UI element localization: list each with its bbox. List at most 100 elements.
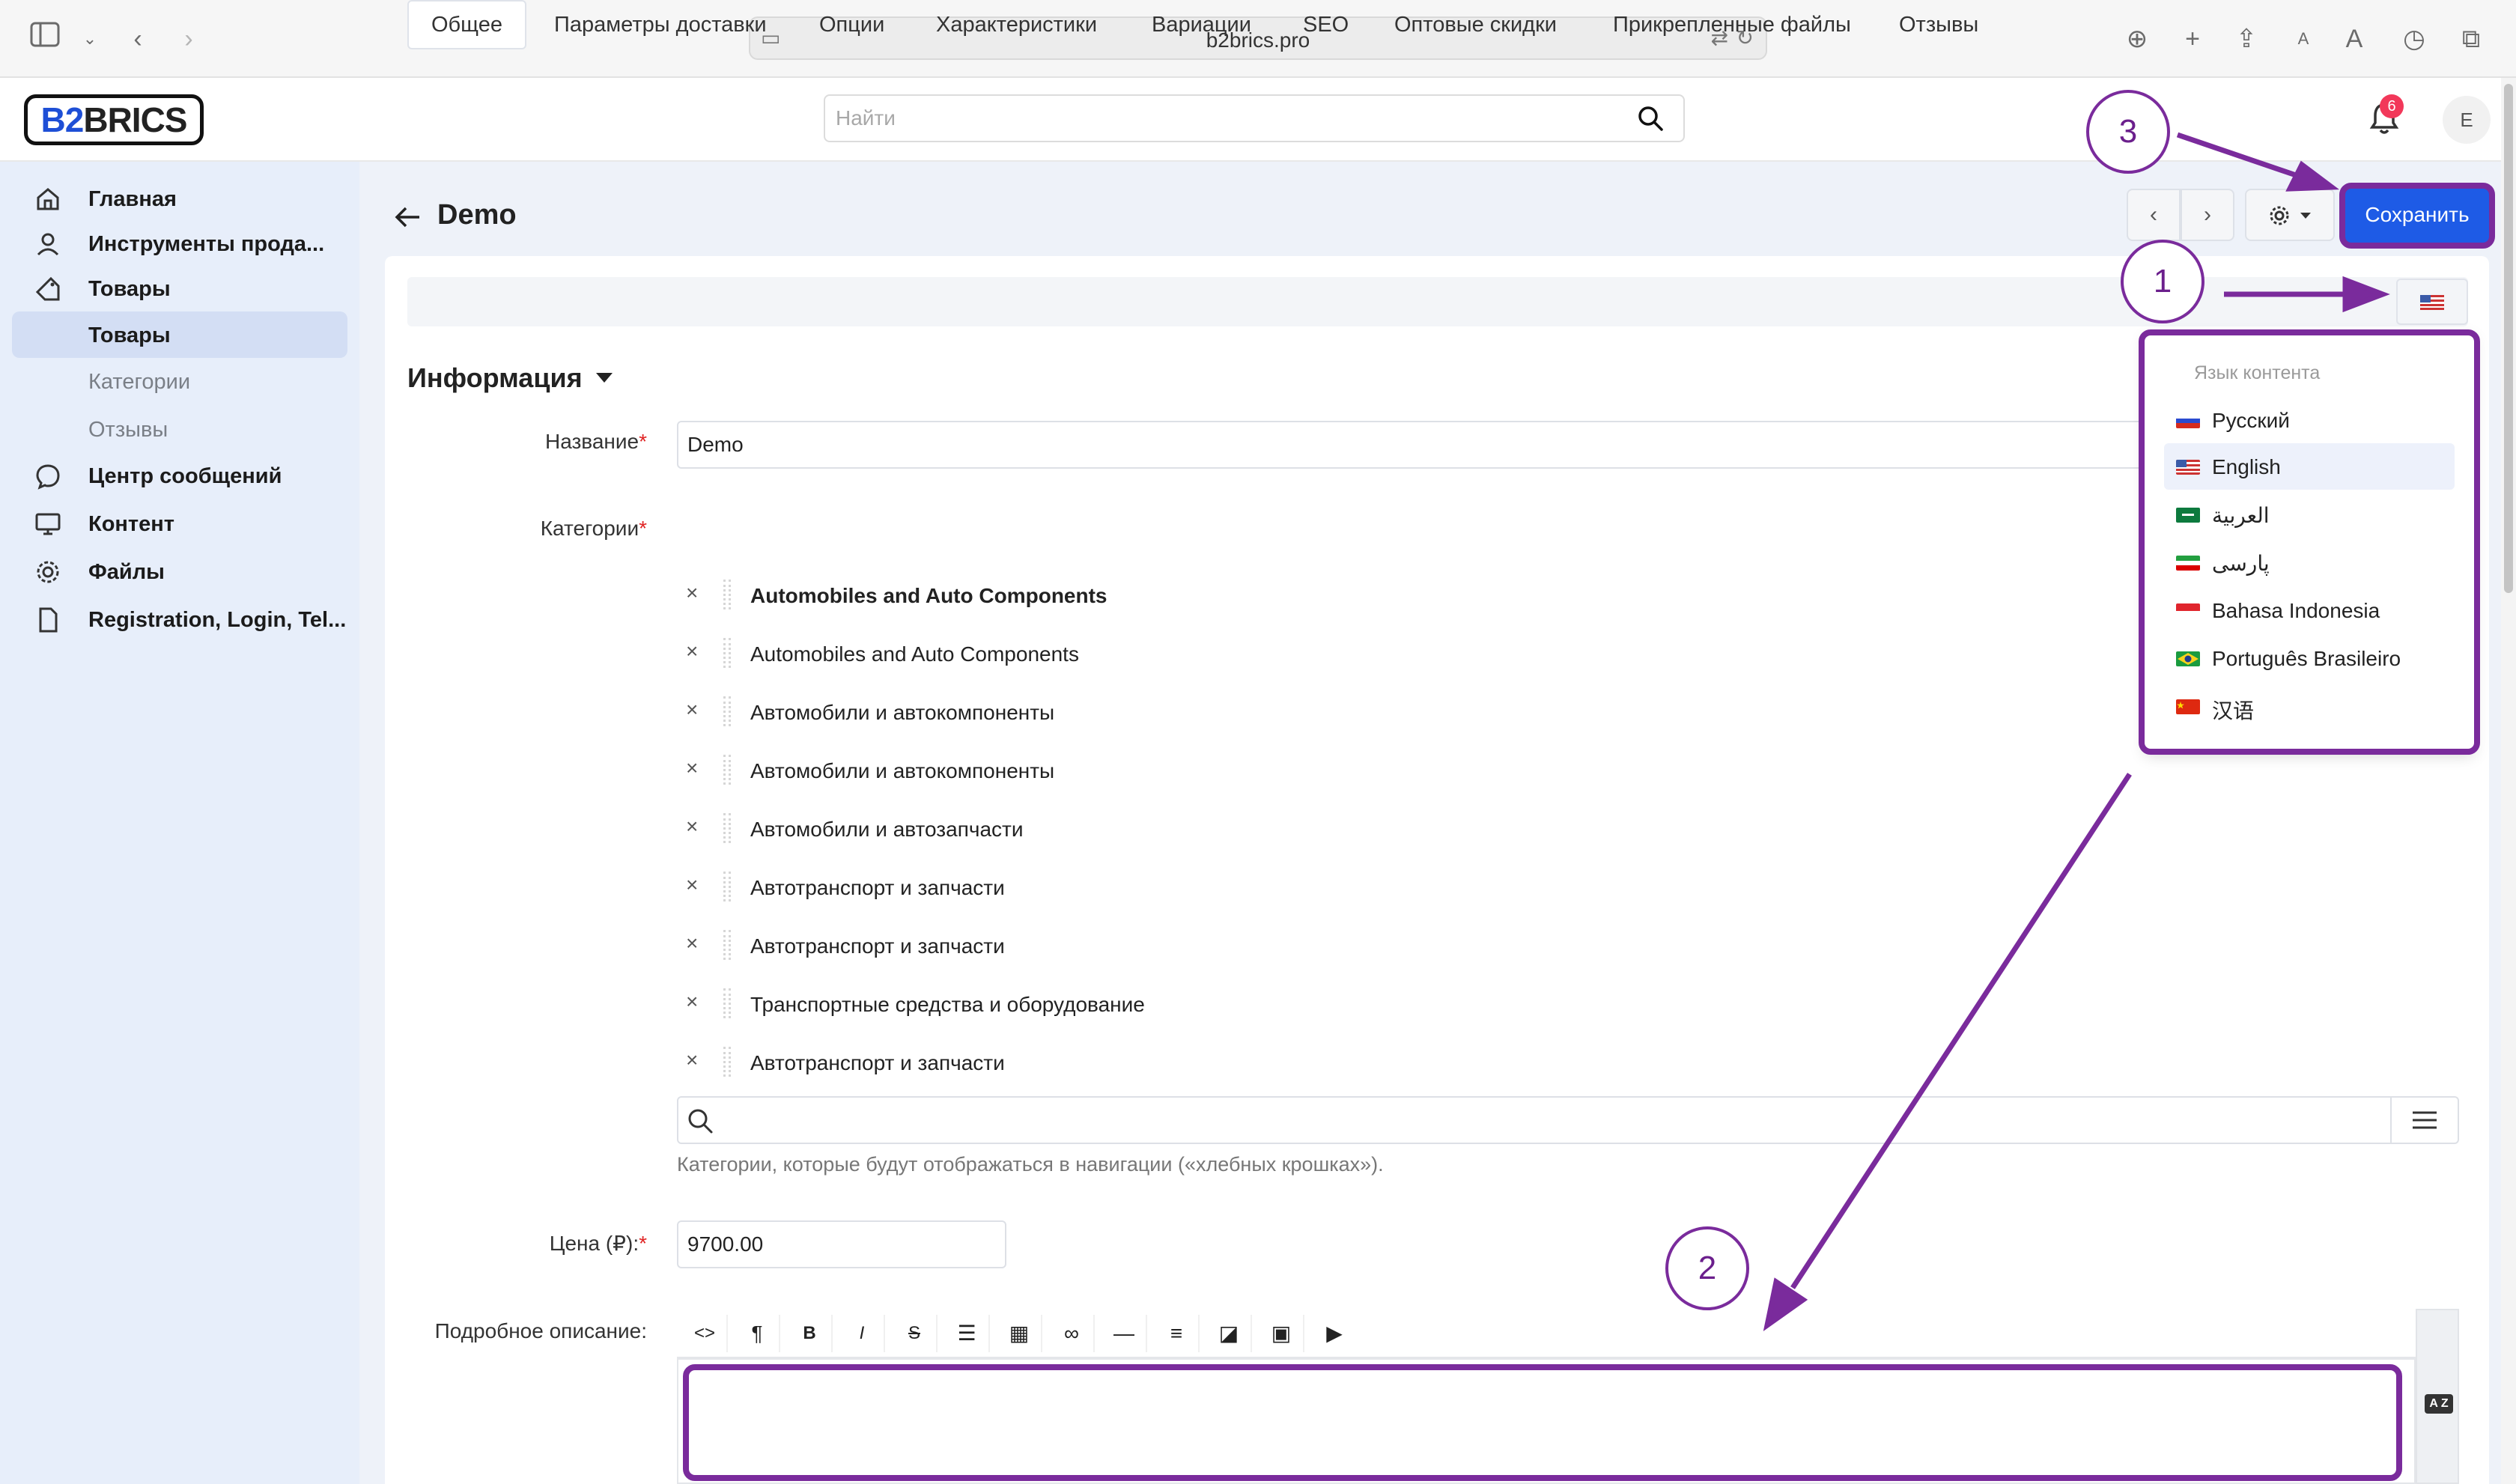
video-icon[interactable]: ▶ (1312, 1315, 1357, 1352)
next-item-button[interactable]: › (2181, 189, 2234, 241)
translate-az-icon[interactable]: A Z (2425, 1394, 2453, 1414)
drag-handle[interactable] (723, 696, 731, 726)
remove-icon[interactable]: × (686, 698, 698, 722)
section-title: Информация (407, 362, 583, 393)
tab-delivery[interactable]: Параметры доставки (554, 0, 767, 49)
tab-characteristics[interactable]: Характеристики (936, 0, 1097, 49)
tab-reviews[interactable]: Отзывы (1899, 0, 1978, 49)
tab-options[interactable]: Опции (819, 0, 884, 49)
drag-handle[interactable] (723, 580, 731, 609)
sidebar-item-registration[interactable]: Registration, Login, Tel... (12, 596, 347, 642)
drag-handle[interactable] (723, 638, 731, 668)
name-field[interactable]: Demo (677, 421, 2145, 469)
category-row[interactable]: × Automobiles and Auto Components (677, 574, 2175, 618)
back-icon[interactable]: ‹ (120, 21, 156, 57)
align-icon[interactable]: ≡ (1155, 1315, 1200, 1352)
avatar[interactable]: E (2443, 96, 2491, 144)
price-field[interactable]: 9700.00 (677, 1220, 1006, 1268)
tab-general[interactable]: Общее (407, 0, 526, 49)
download-icon[interactable]: ⊕ (2119, 21, 2155, 57)
search-icon[interactable] (1637, 105, 1664, 132)
chevron-down-icon[interactable]: ⌄ (72, 21, 108, 57)
sidebar-item-products[interactable]: Товары (12, 265, 347, 311)
remove-icon[interactable]: × (686, 990, 698, 1014)
category-row[interactable]: × Automobiles and Auto Components (677, 632, 2175, 677)
description-label: Подробное описание: (434, 1319, 647, 1342)
drag-handle[interactable] (723, 813, 731, 843)
sidebar-item-home[interactable]: Главная (12, 175, 347, 222)
sidebar-item-label: Центр сообщений (88, 464, 282, 488)
remove-icon[interactable]: × (686, 639, 698, 663)
logo[interactable]: B2BRICS (24, 94, 204, 145)
sidebar-item-label: Registration, Login, Tel... (88, 608, 347, 632)
sidebar-subitem-categories[interactable]: Категории (12, 358, 347, 404)
sidebar-toggle-icon[interactable] (27, 21, 63, 57)
tabs-overview-icon[interactable]: ⧉ (2453, 21, 2489, 57)
categories-label: Категории* (540, 517, 647, 540)
sidebar-subitem-products[interactable]: Товары (12, 311, 347, 358)
sidebar-item-label: Отзывы (88, 418, 168, 442)
sidebar-item-sales-tools[interactable]: Инструменты прода... (12, 220, 347, 267)
table-icon[interactable]: ▦ (997, 1315, 1042, 1352)
search-input[interactable] (836, 103, 1614, 133)
remove-icon[interactable]: × (686, 581, 698, 605)
price-label: Цена (₽):* (549, 1232, 647, 1255)
category-tree-button[interactable] (2390, 1098, 2458, 1143)
new-tab-icon[interactable]: + (2175, 21, 2210, 57)
remove-icon[interactable]: × (686, 1048, 698, 1072)
font-smaller-icon[interactable]: A (2285, 21, 2321, 57)
paragraph-icon[interactable]: ¶ (735, 1315, 780, 1352)
forward-icon[interactable]: › (171, 21, 207, 57)
strikethrough-icon[interactable]: S (893, 1315, 938, 1352)
bullet-list-icon[interactable]: ☰ (945, 1315, 990, 1352)
sidebar-item-content[interactable]: Контент (12, 500, 347, 547)
category-row[interactable]: × Автотранспорт и запчасти (677, 1041, 2175, 1086)
link-icon[interactable]: ∞ (1050, 1315, 1095, 1352)
share-icon[interactable]: ⇪ (2228, 21, 2264, 57)
horizontal-rule-icon[interactable]: — (1102, 1315, 1147, 1352)
drag-handle[interactable] (723, 988, 731, 1018)
category-row[interactable]: × Транспортные средства и оборудование (677, 982, 2175, 1027)
scrollbar-thumb[interactable] (2504, 84, 2513, 593)
settings-dropdown-button[interactable] (2245, 189, 2335, 241)
remove-icon[interactable]: × (686, 756, 698, 780)
remove-icon[interactable]: × (686, 815, 698, 839)
tab-wholesale[interactable]: Оптовые скидки (1394, 0, 1557, 49)
sidebar-item-messages[interactable]: Центр сообщений (12, 452, 347, 499)
prev-item-button[interactable]: ‹ (2127, 189, 2181, 241)
category-row[interactable]: × Автотранспорт и запчасти (677, 866, 2175, 910)
font-larger-icon[interactable]: A (2336, 21, 2372, 57)
drag-handle[interactable] (723, 930, 731, 960)
remove-icon[interactable]: × (686, 873, 698, 897)
sidebar-item-files[interactable]: Файлы (12, 548, 347, 594)
category-row[interactable]: × Автотранспорт и запчасти (677, 924, 2175, 969)
category-row[interactable]: × Автомобили и автокомпоненты (677, 690, 2175, 735)
history-icon[interactable]: ◷ (2396, 21, 2432, 57)
tab-seo[interactable]: SEO (1303, 0, 1349, 49)
browser-toolbar: ⌄ ‹ › ▭ b2brics.pro ⇄ ↻ ⊕ + ⇪ A A ◷ ⧉ (0, 0, 2516, 78)
drag-handle[interactable] (723, 1047, 731, 1077)
bold-icon[interactable]: B (788, 1315, 833, 1352)
tag-icon (35, 276, 60, 301)
language-button[interactable] (2396, 279, 2468, 325)
gear-icon (2270, 206, 2289, 225)
font-color-icon[interactable]: ◪ (1207, 1315, 1252, 1352)
tab-variations[interactable]: Вариации (1152, 0, 1251, 49)
sidebar-subitem-reviews[interactable]: Отзывы (12, 406, 347, 452)
collapse-caret-icon[interactable] (596, 373, 613, 383)
category-row[interactable]: × Автомобили и автозапчасти (677, 807, 2175, 852)
category-row[interactable]: × Автомобили и автокомпоненты (677, 749, 2175, 794)
editor-side-tools: A Z (2416, 1309, 2459, 1484)
image-icon[interactable]: ▣ (1259, 1315, 1304, 1352)
italic-icon[interactable]: I (840, 1315, 885, 1352)
category-search[interactable] (677, 1096, 2459, 1144)
notification-badge: 6 (2380, 94, 2404, 118)
code-view-icon[interactable]: <> (683, 1315, 728, 1352)
back-arrow-icon[interactable] (391, 201, 424, 234)
scrollbar[interactable] (2501, 78, 2516, 1484)
tab-attached-files[interactable]: Прикрепленные файлы (1613, 0, 1851, 49)
categories-hint: Категории, которые будут отображаться в … (677, 1153, 1384, 1176)
drag-handle[interactable] (723, 755, 731, 785)
drag-handle[interactable] (723, 872, 731, 901)
remove-icon[interactable]: × (686, 931, 698, 955)
